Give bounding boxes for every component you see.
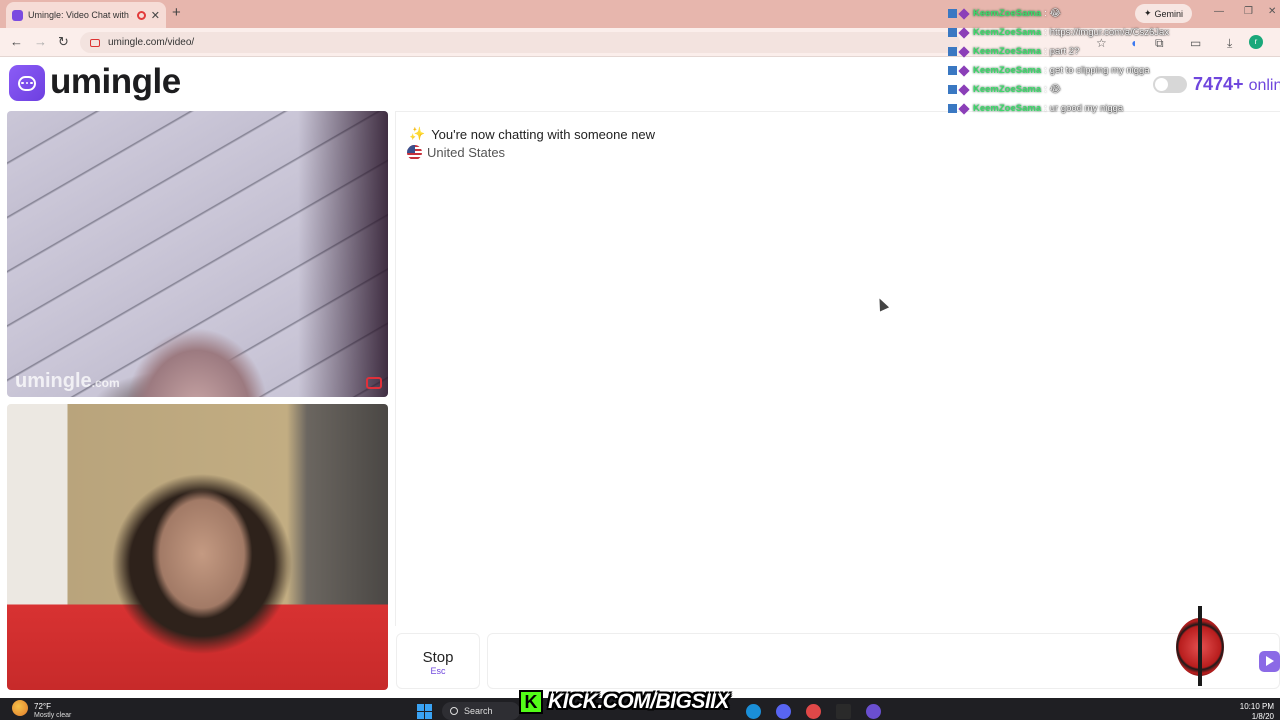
stream-chat-user: KeemZoeSama [973, 27, 1042, 38]
windows-start-icon[interactable] [417, 704, 432, 719]
stop-button-shortcut: Esc [430, 666, 446, 676]
stream-chat-separator: : [1044, 27, 1047, 38]
badge-icon [948, 85, 957, 94]
chat-status-text: You're now chatting with someone new [431, 126, 656, 142]
partner-country-text: United States [427, 145, 506, 160]
stream-chat-user: KeemZoeSama [973, 65, 1042, 76]
stream-chat-text: ur good my nigga [1049, 103, 1124, 114]
clock-date: 1/8/20 [1251, 712, 1274, 721]
taskbar-search[interactable]: Search [442, 702, 520, 720]
sparkles-icon: ✨ [409, 126, 426, 141]
badge-icon [958, 83, 970, 96]
badge-icon [958, 7, 970, 20]
badge-icon [948, 47, 957, 56]
stream-chat-line: KeemZoeSama: part 2? [948, 42, 1248, 61]
stop-button-label: Stop [422, 649, 454, 666]
stream-chat-separator: : [1044, 103, 1047, 114]
stream-chat-separator: : [1044, 46, 1047, 57]
camera-in-use-icon[interactable] [90, 38, 100, 47]
clock-time: 10:10 PM [1239, 702, 1274, 711]
weather-icon[interactable] [12, 700, 28, 716]
profile-avatar[interactable]: r [1249, 35, 1263, 49]
url-text: umingle.com/video/ [108, 37, 195, 48]
discord-icon[interactable] [776, 704, 791, 719]
tab-title: Umingle: Video Chat with S [28, 10, 132, 20]
badge-icon [948, 9, 957, 18]
back-icon[interactable]: ← [10, 34, 23, 49]
stream-chat-text: 😂 [1049, 84, 1061, 95]
stop-button[interactable]: Stop Esc [396, 633, 480, 689]
stream-chat-text: 😂 [1049, 8, 1061, 19]
video-watermark: umingle.com [15, 370, 120, 392]
us-flag-icon [407, 145, 422, 160]
obs-icon[interactable] [806, 704, 821, 719]
umingle-favicon-icon [12, 9, 23, 21]
stream-chat-line: KeemZoeSama: 😂 [948, 80, 1248, 99]
stream-chat-user: KeemZoeSama [973, 84, 1042, 95]
reload-icon[interactable]: ↻ [58, 34, 69, 50]
kick-banner: K KICK.COM/BIGSIIX [519, 688, 730, 716]
audio-app-icon[interactable] [836, 704, 851, 719]
report-flag-icon[interactable] [366, 377, 382, 389]
self-video [7, 404, 388, 690]
send-button[interactable] [1259, 651, 1280, 672]
media-player-icon[interactable] [866, 704, 881, 719]
kick-url-text: KICK.COM/BIGSIIX [548, 690, 730, 713]
stream-chat-line: KeemZoeSama: https://imgur.com/a/Csz6Jax [948, 23, 1248, 42]
badge-icon [958, 102, 970, 115]
stream-chat-overlay: KeemZoeSama: 😂 KeemZoeSama: https://imgur.c… [948, 4, 1248, 118]
partner-country: United States [407, 145, 505, 160]
stream-chat-line: KeemZoeSama: get to clipping my nigga [948, 61, 1248, 80]
badge-icon [958, 45, 970, 58]
streamer-emblem-icon [1176, 606, 1224, 686]
online-count-label: onlin [1248, 77, 1280, 94]
taskbar-search-label: Search [464, 706, 493, 716]
kick-logo-icon: K [519, 690, 543, 714]
stream-chat-separator: : [1044, 8, 1047, 19]
weather-temperature: 72°F [34, 702, 51, 711]
badge-icon [948, 66, 957, 75]
stream-chat-user: KeemZoeSama [973, 103, 1042, 114]
forward-icon[interactable]: → [34, 34, 47, 49]
search-icon [450, 707, 458, 715]
window-close-icon[interactable]: ✕ [1268, 6, 1276, 17]
stream-chat-separator: : [1044, 65, 1047, 76]
stream-chat-line: KeemZoeSama: ur good my nigga [948, 99, 1248, 118]
stream-chat-text: get to clipping my nigga [1049, 65, 1150, 76]
stream-chat-separator: : [1044, 84, 1047, 95]
site-logo-text[interactable]: umingle [50, 62, 181, 102]
stream-chat-text: https://imgur.com/a/Csz6Jax [1049, 27, 1170, 38]
chat-panel: ✨ You're now chatting with someone new U… [395, 111, 1280, 626]
badge-icon [948, 104, 957, 113]
weather-condition: Mostly clear [34, 712, 72, 719]
stream-chat-user: KeemZoeSama [973, 46, 1042, 57]
umingle-logo-icon[interactable] [9, 65, 45, 101]
badge-icon [948, 28, 957, 37]
badge-icon [958, 26, 970, 39]
browser-tab[interactable]: Umingle: Video Chat with S ✕ [6, 2, 166, 28]
edge-icon[interactable] [746, 704, 761, 719]
stream-chat-user: KeemZoeSama [973, 8, 1042, 19]
message-input[interactable] [487, 633, 1280, 689]
chat-status-message: ✨ You're now chatting with someone new [409, 126, 655, 142]
badge-icon [958, 64, 970, 77]
tab-close-icon[interactable]: ✕ [151, 9, 160, 22]
recording-icon [136, 10, 146, 20]
stream-chat-line: KeemZoeSama: 😂 [948, 4, 1248, 23]
stranger-video: umingle.com [7, 111, 388, 397]
taskbar-clock[interactable]: 10:10 PM 1/8/20 [1240, 702, 1274, 722]
stream-chat-text: part 2? [1049, 46, 1080, 57]
new-tab-button[interactable]: + [172, 4, 181, 21]
address-bar[interactable]: umingle.com/video/ [80, 32, 960, 53]
